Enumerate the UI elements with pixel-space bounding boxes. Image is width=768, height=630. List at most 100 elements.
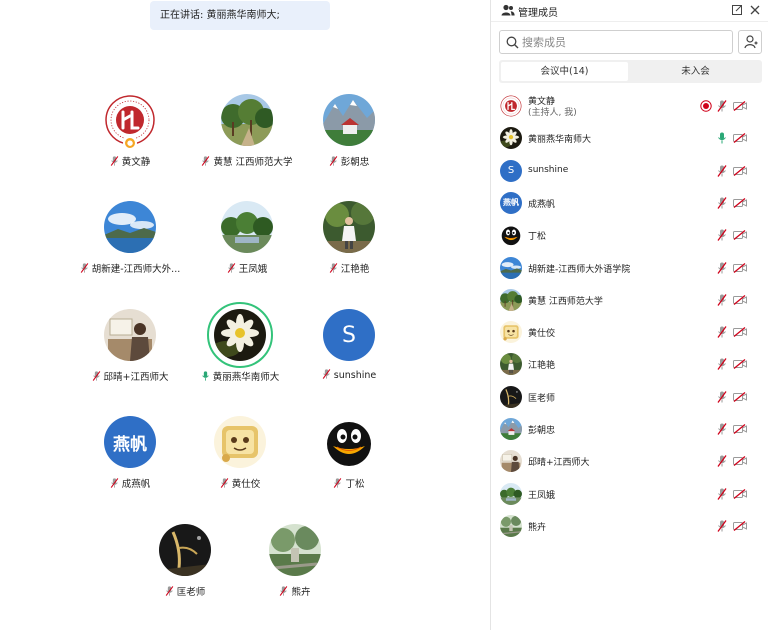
camera-off-icon[interactable] [733, 165, 747, 176]
camera-off-icon[interactable] [733, 391, 747, 402]
mic-muted-icon[interactable] [717, 293, 727, 306]
mic-muted-icon[interactable] [329, 156, 338, 166]
mic-muted-icon[interactable] [717, 197, 727, 209]
camera-off-icon[interactable] [733, 262, 747, 273]
tab-in-meeting[interactable]: 会议中(14) [501, 62, 628, 81]
video-gallery: 正在讲话: 黄丽燕华南师大; ● 黄文静 黄慧 江西师范大学 彭朝忠 胡新建-江… [0, 0, 490, 630]
avatar [323, 94, 375, 146]
member-row[interactable]: 黄慧 江西师范大学 [491, 284, 768, 316]
avatar [500, 256, 522, 279]
camera-off-icon[interactable] [733, 359, 747, 370]
mic-muted-icon[interactable] [201, 156, 210, 166]
avatar [500, 482, 522, 505]
member-row[interactable]: 江艳艳 [491, 348, 768, 380]
member-row[interactable]: 王凤娥 [491, 478, 768, 510]
recording-icon [700, 100, 712, 112]
speaking-indicator: 正在讲话: 黄丽燕华南师大; [150, 1, 330, 30]
avatar [500, 288, 522, 311]
avatar [500, 514, 522, 537]
member-name: sunshine [528, 164, 569, 175]
participant-name: 胡新建-江西师大外... [91, 264, 181, 275]
mic-muted-icon[interactable] [717, 520, 727, 532]
member-row[interactable]: 燕帆 成燕帆 [491, 187, 768, 219]
camera-off-icon[interactable] [733, 230, 747, 241]
camera-off-icon[interactable] [733, 101, 747, 111]
camera-off-icon[interactable] [733, 456, 747, 467]
mic-on-icon[interactable] [201, 371, 210, 381]
mic-muted-icon[interactable] [80, 263, 89, 273]
mic-muted-icon[interactable] [717, 423, 727, 435]
mic-muted-icon[interactable] [227, 263, 236, 273]
participant-name-row: 胡新建-江西师大外... [65, 261, 195, 275]
mic-muted-icon[interactable] [717, 358, 727, 371]
search-input[interactable] [522, 33, 727, 51]
mic-muted-icon[interactable] [279, 586, 288, 596]
panel-title: 管理成员 [518, 8, 558, 19]
participant-name: 熊卉 [291, 587, 311, 598]
mic-muted-icon[interactable] [333, 478, 342, 488]
member-row[interactable]: 黄文静 (主持人, 我) [491, 90, 768, 122]
mic-muted-icon[interactable] [92, 371, 101, 381]
participant-tile[interactable]: 胡新建-江西师大外... [65, 201, 195, 281]
camera-off-icon[interactable] [733, 424, 747, 434]
close-icon[interactable] [750, 5, 760, 15]
member-name: 邱晴+江西师大 [528, 458, 590, 469]
mic-muted-icon[interactable] [717, 487, 727, 500]
camera-off-icon[interactable] [733, 294, 747, 305]
member-row[interactable]: 黄丽燕华南师大 [491, 122, 768, 154]
mic-muted-icon[interactable] [717, 164, 727, 177]
member-role: (主持人, 我) [528, 108, 577, 118]
camera-off-icon[interactable] [733, 520, 747, 531]
participant-name: 彭朝忠 [340, 157, 370, 168]
participant-tile[interactable]: ● 黄文静 [65, 94, 195, 174]
popout-icon[interactable] [732, 5, 742, 15]
member-row[interactable]: 熊卉 [491, 510, 768, 542]
member-row[interactable]: 彭朝忠 [491, 413, 768, 445]
camera-off-icon[interactable] [733, 488, 747, 499]
member-row[interactable]: 丁松 [491, 219, 768, 251]
mic-muted-icon[interactable] [717, 390, 727, 403]
mic-on-icon[interactable] [717, 132, 727, 144]
participant-tile[interactable]: 江艳艳 [284, 201, 414, 281]
participant-tile[interactable]: 熊卉 [230, 524, 360, 604]
invite-member-button[interactable] [738, 30, 762, 54]
member-row[interactable]: S sunshine [491, 155, 768, 187]
mic-muted-icon[interactable] [717, 261, 727, 274]
participant-avatar-frame [207, 302, 273, 368]
host-badge-icon: ● [123, 136, 137, 150]
participant-name-row: sunshine [284, 369, 414, 381]
avatar [221, 201, 273, 253]
camera-off-icon[interactable] [733, 133, 747, 144]
participant-tile[interactable]: S sunshine [284, 309, 414, 389]
mic-muted-icon[interactable] [717, 100, 727, 112]
tab-not-joined[interactable]: 未入会 [632, 62, 759, 81]
avatar [500, 353, 522, 376]
participant-name-row: 黄文静 [65, 154, 195, 168]
mic-muted-icon[interactable] [220, 478, 229, 488]
participant-name: 黄文静 [121, 157, 151, 168]
avatar [104, 201, 156, 253]
participant-avatar-frame: 燕帆 [104, 416, 156, 468]
participant-name: 王凤娥 [238, 264, 268, 275]
avatar [500, 95, 522, 117]
camera-off-icon[interactable] [733, 327, 747, 338]
mic-muted-icon[interactable] [717, 229, 727, 242]
member-row[interactable]: 邱晴+江西师大 [491, 445, 768, 477]
participant-tile[interactable]: 彭朝忠 [284, 94, 414, 174]
member-row[interactable]: 匡老师 [491, 381, 768, 413]
participant-name-row: 熊卉 [230, 584, 360, 598]
mic-muted-icon[interactable] [322, 369, 331, 379]
member-row[interactable]: 胡新建-江西师大外语学院 [491, 252, 768, 284]
mic-muted-icon[interactable] [110, 478, 119, 488]
avatar: S [500, 159, 522, 182]
participant-avatar-frame [159, 524, 211, 576]
mic-muted-icon[interactable] [717, 326, 727, 338]
participant-tile[interactable]: 丁松 [284, 416, 414, 496]
participant-name-row: 江艳艳 [284, 261, 414, 275]
member-row[interactable]: 黄仕佼 [491, 316, 768, 348]
mic-muted-icon[interactable] [165, 586, 174, 596]
mic-muted-icon[interactable] [717, 455, 727, 468]
mic-muted-icon[interactable] [110, 156, 119, 166]
camera-off-icon[interactable] [733, 197, 747, 208]
mic-muted-icon[interactable] [329, 263, 338, 273]
